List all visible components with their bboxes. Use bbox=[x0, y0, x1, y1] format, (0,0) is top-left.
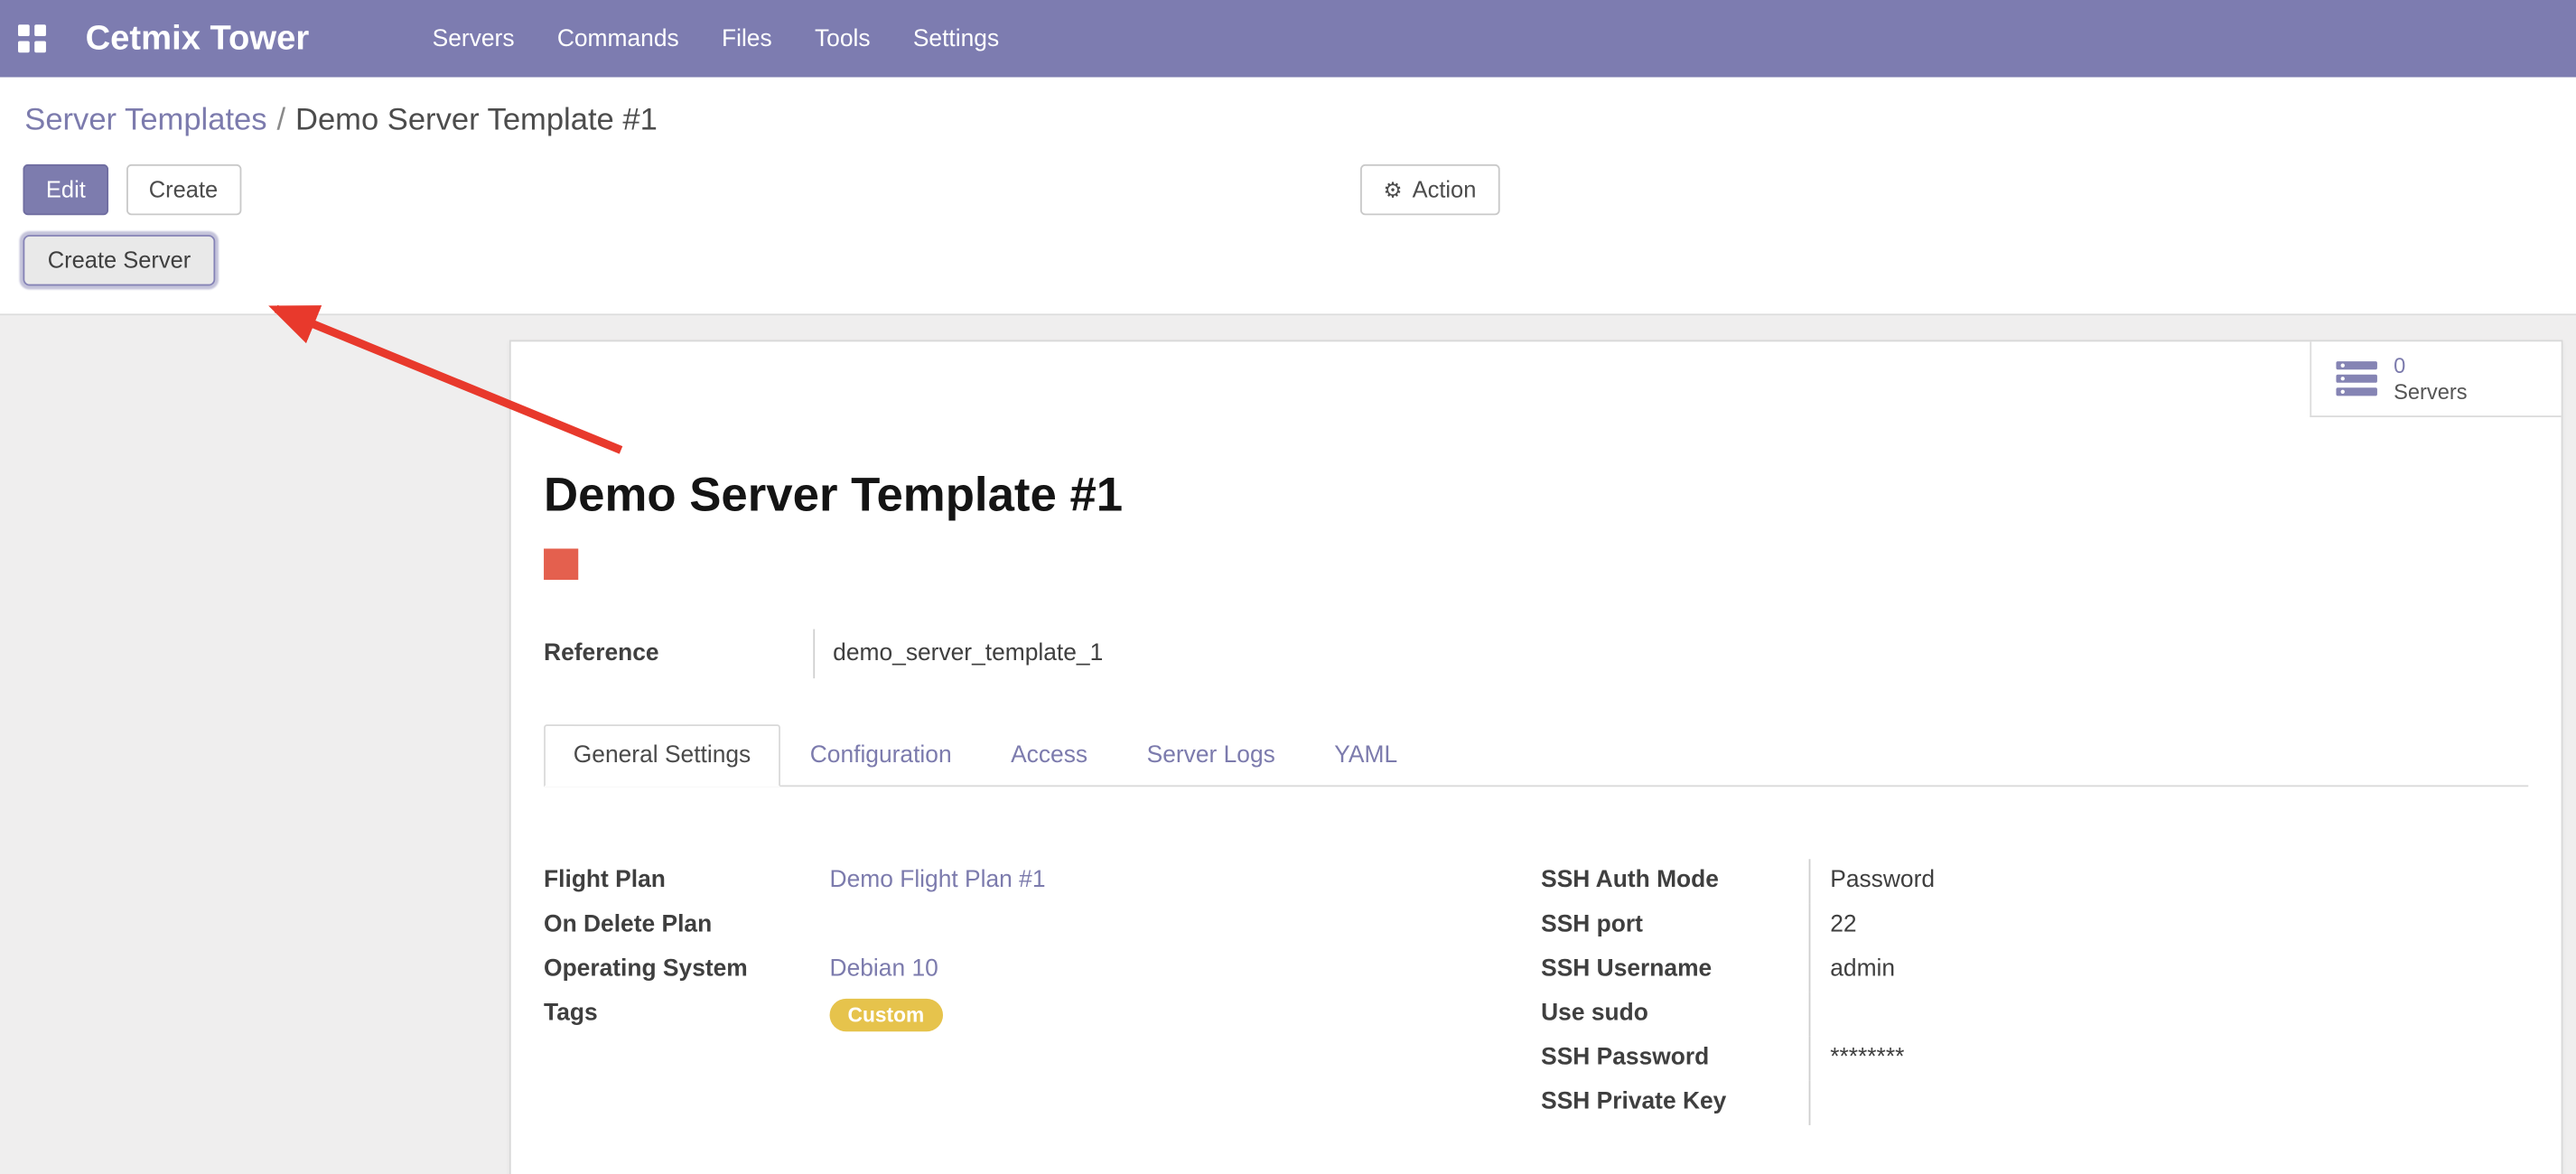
field-label: Operating System bbox=[544, 947, 829, 992]
tab-access[interactable]: Access bbox=[981, 724, 1117, 787]
breadcrumb-parent-link[interactable]: Server Templates bbox=[24, 104, 266, 138]
create-button[interactable]: Create bbox=[126, 164, 240, 215]
field-row-tags: Tags Custom bbox=[544, 992, 1541, 1039]
field-row-ssh-port: SSH port 22 bbox=[1541, 903, 2528, 947]
field-row-on-delete-plan: On Delete Plan bbox=[544, 903, 1541, 947]
notebook-tabs: General Settings Configuration Access Se… bbox=[544, 724, 2528, 787]
breadcrumb: Server Templates/Demo Server Template #1 bbox=[0, 77, 2576, 143]
breadcrumb-separator: / bbox=[267, 104, 295, 138]
field-row-ssh-auth-mode: SSH Auth Mode Password bbox=[1541, 859, 2528, 903]
app-brand[interactable]: Cetmix Tower bbox=[86, 19, 310, 59]
field-row-use-sudo: Use sudo bbox=[1541, 992, 2528, 1037]
tab-server-logs[interactable]: Server Logs bbox=[1117, 724, 1305, 787]
field-label: SSH Username bbox=[1541, 947, 1808, 992]
reference-field-row: Reference demo_server_template_1 bbox=[544, 629, 2528, 679]
ssh-password-value: ******** bbox=[1809, 1037, 2529, 1081]
field-row-ssh-username: SSH Username admin bbox=[1541, 947, 2528, 992]
stat-text: 0 Servers bbox=[2394, 352, 2467, 405]
view-buttons-row: Create Server bbox=[0, 228, 2576, 314]
field-group-right: SSH Auth Mode Password SSH port 22 SSH U… bbox=[1541, 859, 2528, 1125]
field-label: SSH port bbox=[1541, 903, 1808, 947]
control-panel-buttons: Edit Create ⚙ Action bbox=[0, 143, 2576, 228]
color-swatch bbox=[544, 549, 578, 581]
field-row-flight-plan: Flight Plan Demo Flight Plan #1 bbox=[544, 859, 1541, 903]
flight-plan-link[interactable]: Demo Flight Plan #1 bbox=[830, 859, 1046, 903]
stat-label: Servers bbox=[2394, 378, 2467, 405]
use-sudo-value bbox=[1809, 992, 2529, 1037]
control-panel: Server Templates/Demo Server Template #1… bbox=[0, 77, 2576, 315]
servers-stat-button[interactable]: 0 Servers bbox=[2310, 341, 2561, 417]
ssh-auth-mode-value: Password bbox=[1809, 859, 2529, 903]
action-dropdown-button[interactable]: ⚙ Action bbox=[1360, 164, 1499, 215]
sheet-body: Demo Server Template #1 Reference demo_s… bbox=[511, 341, 2562, 1174]
menu-item-settings[interactable]: Settings bbox=[891, 3, 1021, 75]
ssh-port-value: 22 bbox=[1809, 903, 2529, 947]
operating-system-link[interactable]: Debian 10 bbox=[830, 947, 938, 992]
menu-item-tools[interactable]: Tools bbox=[793, 3, 891, 75]
tab-configuration[interactable]: Configuration bbox=[780, 724, 981, 787]
menu-item-servers[interactable]: Servers bbox=[411, 3, 536, 75]
field-row-operating-system: Operating System Debian 10 bbox=[544, 947, 1541, 992]
field-label: SSH Private Key bbox=[1541, 1081, 1808, 1125]
apps-grid-icon[interactable] bbox=[18, 23, 48, 53]
breadcrumb-current: Demo Server Template #1 bbox=[295, 104, 658, 138]
record-title: Demo Server Template #1 bbox=[544, 470, 2528, 524]
ssh-private-key-value bbox=[1809, 1081, 2529, 1125]
field-label: Tags bbox=[544, 992, 829, 1037]
field-groups: Flight Plan Demo Flight Plan #1 On Delet… bbox=[544, 859, 2528, 1174]
server-stack-icon bbox=[2335, 359, 2379, 397]
tab-yaml[interactable]: YAML bbox=[1305, 724, 1427, 787]
edit-button[interactable]: Edit bbox=[23, 164, 108, 215]
field-label: SSH Auth Mode bbox=[1541, 859, 1808, 903]
menu-item-files[interactable]: Files bbox=[700, 3, 793, 75]
reference-value: demo_server_template_1 bbox=[815, 640, 1103, 666]
page: Cetmix Tower Servers Commands Files Tool… bbox=[0, 0, 2576, 1174]
field-group-left: Flight Plan Demo Flight Plan #1 On Delet… bbox=[544, 859, 1541, 1125]
field-label: Use sudo bbox=[1541, 992, 1808, 1037]
field-label: SSH Password bbox=[1541, 1037, 1808, 1081]
reference-label: Reference bbox=[544, 640, 813, 666]
menu-item-commands[interactable]: Commands bbox=[536, 3, 700, 75]
ssh-username-value: admin bbox=[1809, 947, 2529, 992]
field-row-ssh-private-key: SSH Private Key bbox=[1541, 1081, 2528, 1125]
field-row-ssh-password: SSH Password ******** bbox=[1541, 1037, 2528, 1081]
create-server-button[interactable]: Create Server bbox=[23, 235, 215, 285]
gear-icon: ⚙ bbox=[1383, 177, 1402, 201]
top-navbar: Cetmix Tower Servers Commands Files Tool… bbox=[0, 0, 2576, 77]
field-label: On Delete Plan bbox=[544, 903, 829, 947]
main-menu: Servers Commands Files Tools Settings bbox=[411, 3, 1021, 75]
tab-general-settings[interactable]: General Settings bbox=[544, 724, 780, 787]
content-area: 0 Servers Demo Server Template #1 Refere… bbox=[0, 315, 2576, 1174]
form-sheet: 0 Servers Demo Server Template #1 Refere… bbox=[509, 340, 2563, 1174]
tag-badge-custom: Custom bbox=[830, 999, 943, 1031]
field-label: Flight Plan bbox=[544, 859, 829, 903]
tags-field: Custom bbox=[830, 992, 943, 1039]
stat-value: 0 bbox=[2394, 352, 2467, 378]
action-dropdown-label: Action bbox=[1413, 176, 1477, 202]
